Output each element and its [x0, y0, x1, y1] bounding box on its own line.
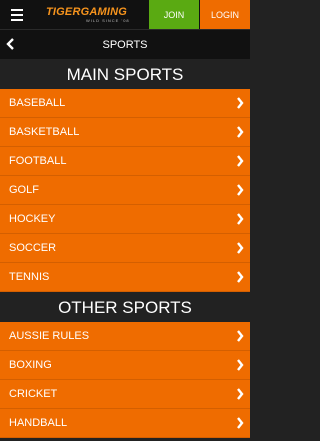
chevron-right-icon	[237, 242, 244, 254]
hamburger-menu-icon[interactable]	[0, 0, 34, 29]
sport-label: SOCCER	[9, 242, 57, 254]
other-sports-header: OTHER SPORTS	[0, 292, 250, 322]
chevron-right-icon	[237, 184, 244, 196]
sport-label: BASKETBALL	[9, 126, 80, 138]
sport-label: BASEBALL	[9, 97, 66, 109]
sport-label: TENNIS	[9, 271, 50, 283]
brand-logo[interactable]: TIGERGAMING WILD SINCE '08	[34, 0, 149, 29]
chevron-right-icon	[237, 97, 244, 109]
main-sports-list: BASEBALL BASKETBALL FOOTBALL GOLF HOCKEY…	[0, 89, 250, 292]
top-bar: TIGERGAMING WILD SINCE '08 JOIN LOGIN	[0, 0, 250, 29]
sport-row-boxing[interactable]: BOXING	[0, 351, 250, 380]
sport-row-soccer[interactable]: SOCCER	[0, 234, 250, 263]
sport-row-football[interactable]: FOOTBALL	[0, 147, 250, 176]
chevron-right-icon	[237, 155, 244, 167]
chevron-right-icon	[237, 330, 244, 342]
join-button[interactable]: JOIN	[149, 0, 199, 29]
logo-text: TIGERGAMING	[46, 5, 128, 18]
page-title: SPORTS	[102, 38, 148, 51]
sport-label: HANDBALL	[9, 417, 68, 429]
other-sports-list: AUSSIE RULES BOXING CRICKET HANDBALL	[0, 322, 250, 438]
sport-row-golf[interactable]: GOLF	[0, 176, 250, 205]
sport-row-basketball[interactable]: BASKETBALL	[0, 118, 250, 147]
chevron-right-icon	[237, 388, 244, 400]
sport-row-handball[interactable]: HANDBALL	[0, 409, 250, 438]
sport-label: BOXING	[9, 359, 52, 371]
login-button[interactable]: LOGIN	[200, 0, 250, 29]
sport-label: CRICKET	[9, 388, 58, 400]
chevron-right-icon	[237, 359, 244, 371]
back-arrow-icon[interactable]	[6, 38, 16, 50]
sport-label: HOCKEY	[9, 213, 56, 225]
sport-label: GOLF	[9, 184, 39, 196]
sport-label: FOOTBALL	[9, 155, 67, 167]
page-header: SPORTS	[0, 29, 250, 59]
chevron-right-icon	[237, 271, 244, 283]
sport-row-aussie-rules[interactable]: AUSSIE RULES	[0, 322, 250, 351]
sport-row-cricket[interactable]: CRICKET	[0, 380, 250, 409]
main-sports-header: MAIN SPORTS	[0, 59, 250, 89]
sport-label: AUSSIE RULES	[9, 330, 90, 342]
sport-row-hockey[interactable]: HOCKEY	[0, 205, 250, 234]
chevron-right-icon	[237, 417, 244, 429]
sport-row-baseball[interactable]: BASEBALL	[0, 89, 250, 118]
sport-row-tennis[interactable]: TENNIS	[0, 263, 250, 292]
chevron-right-icon	[237, 213, 244, 225]
logo-tagline: WILD SINCE '08	[86, 17, 130, 23]
chevron-right-icon	[237, 126, 244, 138]
